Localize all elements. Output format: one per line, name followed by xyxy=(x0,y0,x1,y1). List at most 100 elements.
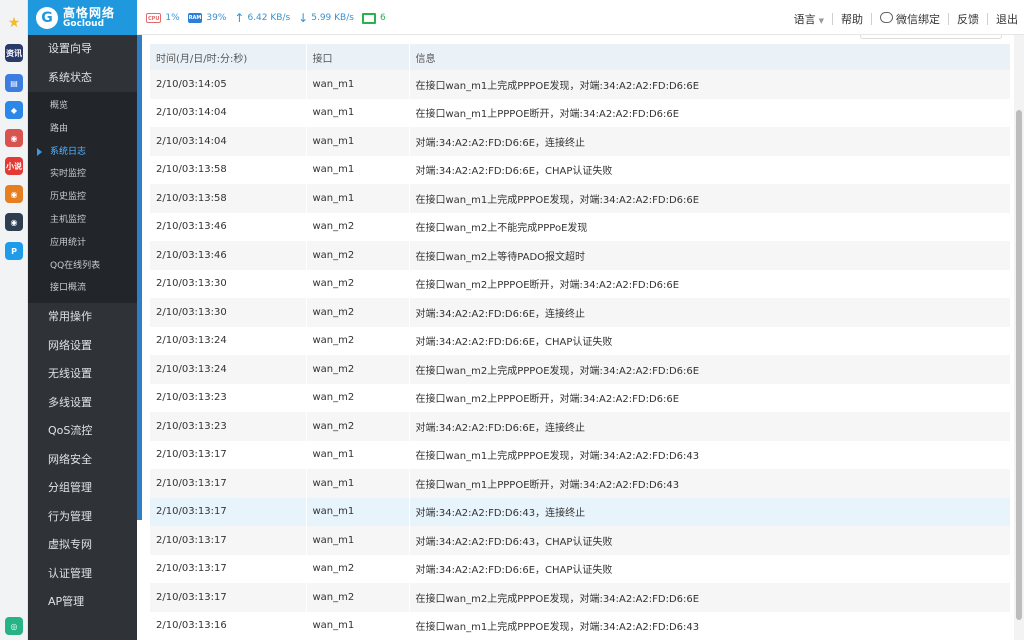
log-interface-cell: wan_m2 xyxy=(306,583,410,612)
log-interface-cell: wan_m2 xyxy=(306,269,410,298)
divider xyxy=(948,13,949,25)
download-arrow-icon: ↓ xyxy=(298,11,309,25)
sidebar: 设置向导 系统状态 概览 路由 系统日志 实时监控 历史监控 主机监控 应用统计 QQ在线列表接… xyxy=(28,35,137,640)
log-interface-cell: wan_m1 xyxy=(306,155,410,184)
log-interface-cell: wan_m1 xyxy=(306,184,410,213)
sidebar-subitem[interactable]: 路由 xyxy=(28,118,137,141)
caret-down-icon: ▼ xyxy=(818,17,824,25)
online-stat[interactable]: 6 xyxy=(361,12,386,24)
log-interface-cell: wan_m1 xyxy=(306,98,410,127)
table-row[interactable]: 2/10/03:13:17 wan_m1 对端:34:A2:A2:FD:D6:43，… xyxy=(150,526,1011,555)
sidebar-subitem[interactable]: 应用统计 xyxy=(28,232,137,255)
sidebar-subitem[interactable]: 接口概流 xyxy=(28,277,137,300)
bottom-app-icon[interactable]: ◎ xyxy=(5,617,23,635)
download-stat: ↓ 5.99 KB/s xyxy=(298,11,354,25)
document-icon[interactable]: ▤ xyxy=(5,74,23,92)
log-interface-cell: wan_m2 xyxy=(306,326,410,355)
log-time-cell: 2/10/03:14:04 xyxy=(150,127,307,156)
sidebar-subitem[interactable]: 概览 xyxy=(28,95,137,118)
table-row[interactable]: 2/10/03:13:46 wan_m2 在接口wan_m2上等待PADO报文超时 xyxy=(150,241,1011,270)
table-row[interactable]: 2/10/03:13:17 wan_m2 在接口wan_m2上完成PPPOE发现，对… xyxy=(150,583,1011,612)
sidebar-item[interactable]: 无线设置 xyxy=(28,360,137,389)
table-row[interactable]: 2/10/03:13:46 wan_m2 在接口wan_m2上不能完成PPPoE发现 xyxy=(150,212,1011,241)
column-header-info[interactable]: 信息 xyxy=(409,44,1011,70)
star-icon[interactable]: ★ xyxy=(5,14,23,32)
log-info-cell: 对端:34:A2:A2:FD:D6:6E，连接终止 xyxy=(409,412,1011,441)
ram-icon: RAM xyxy=(187,13,203,23)
log-info-cell: 对端:34:A2:A2:FD:D6:6E，连接终止 xyxy=(409,127,1011,156)
sidebar-subitem[interactable]: 系统日志 xyxy=(28,141,137,164)
table-row[interactable]: 2/10/03:13:24 wan_m2 对端:34:A2:A2:FD:D6:6E，… xyxy=(150,326,1011,355)
logout-link[interactable]: 退出 xyxy=(996,11,1018,27)
table-row[interactable]: 2/10/03:14:05 wan_m1 在接口wan_m1上完成PPPOE发现，对… xyxy=(150,70,1011,99)
wechat-bind-label: 微信绑定 xyxy=(896,13,940,26)
brand-text: 高恪网络 Gocloud xyxy=(63,7,115,29)
log-time-cell: 2/10/03:13:17 xyxy=(150,583,307,612)
table-row[interactable]: 2/10/03:13:16 wan_m1 在接口wan_m1上完成PPPOE发现，对… xyxy=(150,611,1011,640)
sidebar-item[interactable]: 行为管理 xyxy=(28,503,137,532)
game-app-icon-1[interactable]: ◉ xyxy=(5,129,23,147)
sidebar-item[interactable]: QoS流控 xyxy=(28,417,137,446)
sidebar-item[interactable]: AP管理 xyxy=(28,588,137,617)
sidebar-item[interactable]: 网络设置 xyxy=(28,332,137,361)
xiaoshuo-app-icon[interactable]: 小说 xyxy=(5,157,23,175)
chat-app-icon[interactable]: ◆ xyxy=(5,101,23,119)
sidebar-scrollbar[interactable] xyxy=(137,35,142,520)
log-info-cell: 对端:34:A2:A2:FD:D6:6E，CHAP认证失败 xyxy=(409,326,1011,355)
table-row[interactable]: 2/10/03:13:24 wan_m2 在接口wan_m2上完成PPPOE发现，对… xyxy=(150,355,1011,384)
table-row[interactable]: 2/10/03:13:17 wan_m1 在接口wan_m1上PPPOE断开，对端:… xyxy=(150,469,1011,498)
log-time-cell: 2/10/03:13:46 xyxy=(150,241,307,270)
language-menu[interactable]: 语言 ▼ xyxy=(794,11,824,27)
sidebar-item[interactable]: 认证管理 xyxy=(28,560,137,589)
log-time-cell: 2/10/03:13:17 xyxy=(150,440,307,469)
table-row[interactable]: 2/10/03:13:17 wan_m1 在接口wan_m1上完成PPPOE发现，对… xyxy=(150,440,1011,469)
table-row[interactable]: 2/10/03:13:23 wan_m2 对端:34:A2:A2:FD:D6:6E，… xyxy=(150,412,1011,441)
log-interface-cell: wan_m2 xyxy=(306,554,410,583)
log-panel: 时间(月/日/时:分:秒) 接口 信息 2/10/03:14:05 wan_m1 在… xyxy=(150,35,1012,640)
log-info-cell: 在接口wan_m1上PPPOE断开，对端:34:A2:A2:FD:D6:43 xyxy=(409,469,1011,498)
filter-box[interactable] xyxy=(860,35,1002,39)
scrollbar-thumb[interactable] xyxy=(1016,110,1022,620)
help-link[interactable]: 帮助 xyxy=(841,11,863,27)
sidebar-item[interactable]: 系统状态 xyxy=(28,64,137,93)
table-row[interactable]: 2/10/03:13:58 wan_m1 在接口wan_m1上完成PPPOE发现，对… xyxy=(150,184,1011,213)
sidebar-item[interactable]: 网络安全 xyxy=(28,446,137,475)
ram-value: 39% xyxy=(206,13,227,23)
sidebar-item[interactable]: 多线设置 xyxy=(28,389,137,418)
cpu-stat: CPU 1% xyxy=(146,13,180,23)
column-header-time[interactable]: 时间(月/日/时:分:秒) xyxy=(150,44,307,70)
log-info-cell: 在接口wan_m2上不能完成PPPoE发现 xyxy=(409,212,1011,241)
column-header-interface[interactable]: 接口 xyxy=(306,44,410,70)
sidebar-item[interactable]: 分组管理 xyxy=(28,474,137,503)
brand-name-en: Gocloud xyxy=(63,18,105,29)
log-interface-cell: wan_m2 xyxy=(306,383,410,412)
sidebar-subitem[interactable]: 实时监控 xyxy=(28,163,137,186)
sidebar-item[interactable]: 虚拟专网 xyxy=(28,531,137,560)
log-time-cell: 2/10/03:13:17 xyxy=(150,526,307,555)
table-row[interactable]: 2/10/03:13:17 wan_m2 对端:34:A2:A2:FD:D6:6E，… xyxy=(150,554,1011,583)
divider xyxy=(987,13,988,25)
table-row[interactable]: 2/10/03:14:04 wan_m1 对端:34:A2:A2:FD:D6:6E，… xyxy=(150,127,1011,156)
game-app-icon-3[interactable]: ◉ xyxy=(5,213,23,231)
table-row[interactable]: 2/10/03:13:30 wan_m2 在接口wan_m2上PPPOE断开，对端:… xyxy=(150,269,1011,298)
feedback-link[interactable]: 反馈 xyxy=(957,11,979,27)
sidebar-item[interactable]: 设置向导 xyxy=(28,35,137,64)
sidebar-subitem[interactable]: 历史监控 xyxy=(28,186,137,209)
p-app-icon[interactable]: P xyxy=(5,242,23,260)
log-interface-cell: wan_m2 xyxy=(306,355,410,384)
sidebar-subitem[interactable]: 主机监控 xyxy=(28,209,137,232)
page-scrollbar[interactable] xyxy=(1014,35,1024,640)
table-row[interactable]: 2/10/03:13:17 wan_m1 对端:34:A2:A2:FD:D6:43，… xyxy=(150,497,1011,526)
sidebar-item[interactable]: 常用操作 xyxy=(28,303,137,332)
log-info-cell: 在接口wan_m2上PPPOE断开，对端:34:A2:A2:FD:D6:6E xyxy=(409,269,1011,298)
game-app-icon-2[interactable]: ◉ xyxy=(5,185,23,203)
table-row[interactable]: 2/10/03:14:04 wan_m1 在接口wan_m1上PPPOE断开，对端:… xyxy=(150,98,1011,127)
sidebar-subitem[interactable]: QQ在线列表 xyxy=(28,255,137,278)
table-row[interactable]: 2/10/03:13:30 wan_m2 对端:34:A2:A2:FD:D6:6E，… xyxy=(150,298,1011,327)
table-row[interactable]: 2/10/03:13:23 wan_m2 在接口wan_m2上PPPOE断开，对端:… xyxy=(150,383,1011,412)
wechat-bind-link[interactable]: 微信绑定 xyxy=(880,11,940,27)
log-time-cell: 2/10/03:13:58 xyxy=(150,155,307,184)
table-row[interactable]: 2/10/03:13:58 wan_m1 对端:34:A2:A2:FD:D6:6E，… xyxy=(150,155,1011,184)
news-app-icon[interactable]: 资讯 xyxy=(5,44,23,62)
brand-logo[interactable]: G 高恪网络 Gocloud xyxy=(28,0,137,35)
